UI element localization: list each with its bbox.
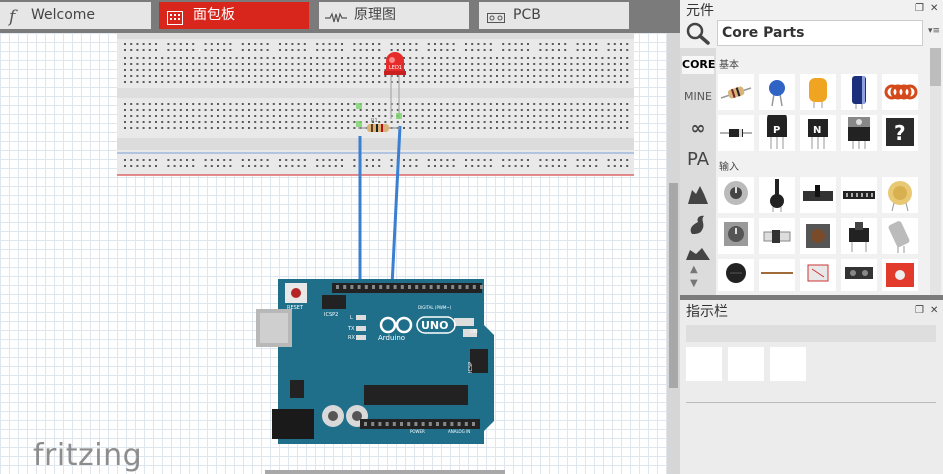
tab-schematic-label: 原理图 — [354, 7, 396, 23]
bin-tab-seeed-icon[interactable] — [686, 184, 710, 210]
arduino-name-label: Arduino — [378, 334, 405, 342]
part-piezo-buzzer[interactable] — [882, 177, 918, 213]
arduino-tx-label: TX — [347, 326, 355, 332]
breadboard[interactable] — [117, 33, 634, 176]
arduino-analog-label: ANALOG IN — [448, 429, 470, 434]
tab-welcome-label: Welcome — [31, 7, 96, 23]
bin-scroll-down-icon[interactable]: ▼ — [690, 278, 698, 289]
inspector-title-field[interactable] — [686, 325, 936, 342]
bin-scroll-up-icon[interactable]: ▲ — [690, 264, 698, 275]
canvas-horizontal-scroll-thumb[interactable] — [265, 470, 505, 474]
svg-text:?: ? — [894, 121, 906, 145]
part-tilt-sensor[interactable] — [882, 218, 918, 254]
fritzing-logo: fritzing — [33, 438, 143, 473]
part-potentiometer[interactable] — [718, 177, 754, 213]
part-npn-transistor[interactable]: N — [800, 115, 836, 151]
part-tantalum-capacitor[interactable] — [800, 74, 836, 110]
bin-tab-more-icon[interactable] — [684, 244, 712, 266]
pcb-icon — [487, 8, 505, 23]
part-inductor[interactable] — [882, 74, 918, 110]
tab-welcome[interactable]: f Welcome — [0, 2, 151, 29]
led-label: LED1 — [389, 65, 402, 71]
bin-tab-core[interactable]: CORE — [682, 56, 715, 74]
part-slide-switch[interactable] — [759, 218, 795, 254]
arduino-power-label: POWER — [410, 429, 425, 434]
part-electrolytic-capacitor[interactable] — [841, 74, 877, 110]
part-pnp-transistor[interactable]: P — [759, 115, 795, 151]
tab-breadboard-label: 面包板 — [193, 7, 235, 23]
bin-tab-arduino[interactable]: ∞ — [682, 118, 714, 140]
arduino-uno-board[interactable] — [256, 279, 494, 444]
part-mystery-part[interactable]: ? — [882, 115, 918, 151]
part-resistor[interactable] — [718, 74, 754, 110]
inspector-title: 指示栏 — [686, 304, 728, 320]
arduino-l-label: L — [350, 315, 353, 321]
float-inspector-icon[interactable]: ❐ — [915, 305, 924, 316]
parts-panel-title: 元件 — [686, 3, 714, 19]
svg-text:f: f — [8, 7, 18, 26]
arduino-on-label: ON — [470, 329, 478, 335]
document-tab-bar: f Welcome 面包板 原理图 PCB — [0, 0, 680, 33]
canvas-scroll-thumb[interactable] — [669, 183, 678, 388]
breadboard-icon — [167, 8, 183, 25]
bin-menu-icon[interactable]: ▾≡ — [928, 26, 940, 36]
fritzing-f-icon: f — [7, 6, 20, 27]
section-input-label: 输入 — [719, 162, 739, 173]
search-icon[interactable] — [685, 21, 711, 45]
tab-pcb-label: PCB — [513, 7, 541, 23]
resistor-label: R1 — [371, 118, 378, 124]
inspector-view-pcb[interactable] — [770, 347, 806, 381]
part-pin-header-switch[interactable] — [841, 177, 877, 213]
section-basic-label: 基本 — [719, 60, 739, 71]
close-inspector-icon[interactable]: ✕ — [930, 305, 938, 316]
tab-schematic[interactable]: 原理图 — [319, 2, 469, 29]
part-diode[interactable] — [718, 115, 754, 151]
parts-bin-selector[interactable]: Core Parts — [717, 20, 923, 46]
tab-breadboard[interactable]: 面包板 — [159, 2, 309, 29]
inspector-view-breadboard[interactable] — [686, 347, 722, 381]
inspector-view-schematic[interactable] — [728, 347, 764, 381]
arduino-reset-label: RESET — [287, 305, 304, 311]
arduino-icsp-label: ICSP — [468, 362, 474, 373]
arduino-rx-label: RX — [348, 335, 355, 341]
parts-scroll-thumb[interactable] — [930, 48, 941, 86]
part-mosfet[interactable] — [841, 115, 877, 151]
part-wire[interactable] — [759, 259, 795, 291]
tab-pcb[interactable]: PCB — [479, 2, 629, 29]
inspector-divider — [686, 402, 936, 403]
close-panel-icon[interactable]: ✕ — [930, 3, 938, 14]
part-photocell[interactable] — [800, 259, 836, 291]
parts-search-row: Core Parts ▾≡ — [680, 18, 943, 48]
part-tactile-switch[interactable] — [841, 218, 877, 254]
arduino-uno-label: UNO — [421, 319, 449, 332]
part-slide-potentiometer[interactable] — [800, 177, 836, 213]
schematic-icon — [325, 8, 347, 23]
svg-text:P: P — [773, 125, 780, 136]
part-microphone[interactable] — [718, 259, 754, 291]
bin-tab-sparkfun-icon[interactable] — [686, 214, 710, 240]
arduino-digital-label: DIGITAL (PWM~) — [418, 305, 452, 310]
part-rotary-potentiometer[interactable] — [759, 177, 795, 213]
bin-tabs: CORE MINE ∞ PA ▲ ▼ — [680, 48, 716, 295]
breadboard-canvas[interactable]: RESET ICSP2 ICSP Arduino UNO DIGITAL (PW… — [0, 33, 667, 474]
part-sensor-breakout[interactable] — [882, 259, 918, 291]
bin-tab-pa[interactable]: PA — [682, 148, 714, 172]
svg-text:N: N — [813, 125, 821, 136]
parts-scrollbar[interactable] — [930, 48, 941, 295]
part-rotary-encoder[interactable] — [718, 218, 754, 254]
inspector-panel: 指示栏 ❐ ✕ — [680, 300, 943, 474]
canvas-vertical-scrollbar[interactable] — [667, 33, 680, 474]
part-ir-sensor[interactable] — [841, 259, 877, 291]
arduino-icsp2-label: ICSP2 — [324, 312, 338, 318]
float-panel-icon[interactable]: ❐ — [915, 3, 924, 14]
part-ceramic-capacitor[interactable] — [759, 74, 795, 110]
part-pushbutton[interactable] — [800, 218, 836, 254]
bin-tab-mine[interactable]: MINE — [682, 88, 714, 106]
